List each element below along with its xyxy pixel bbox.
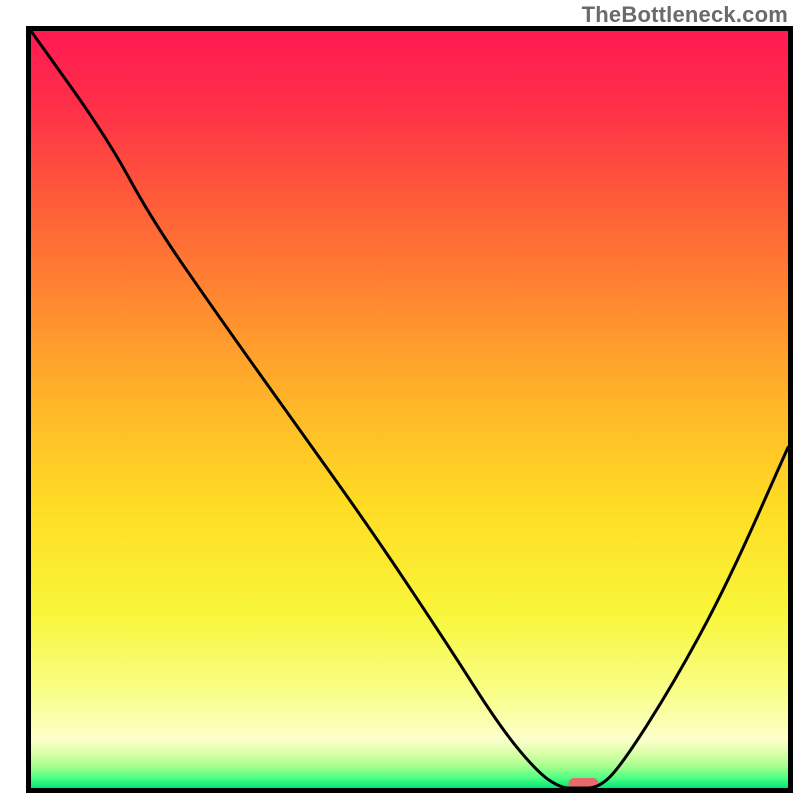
bottleneck-chart: TheBottleneck.com [0, 0, 800, 800]
watermark-text: TheBottleneck.com [582, 2, 788, 28]
chart-plot-area [0, 0, 800, 800]
